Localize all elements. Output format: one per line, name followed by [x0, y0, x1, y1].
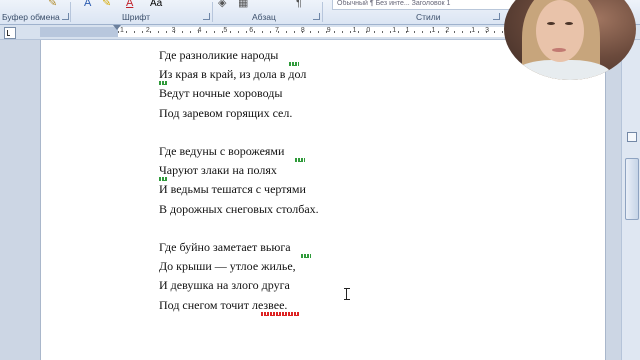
presenter-face	[536, 0, 584, 62]
styles-group-label: Стили	[416, 12, 441, 22]
spelling-error-underline	[261, 311, 299, 316]
presenter-lips	[552, 48, 566, 52]
scrollbar-thumb[interactable]	[625, 158, 639, 220]
grammar-underline	[301, 254, 311, 258]
vertical-scrollbar[interactable]	[621, 40, 640, 360]
grammar-underline	[159, 177, 167, 182]
format-painter-icon[interactable]: ✎	[48, 0, 57, 9]
view-ruler-icon[interactable]	[627, 132, 637, 142]
poem-line: И ведьмы тешатся с чертями	[159, 182, 306, 197]
document-page[interactable]: Где разноликие народы Из края в край, из …	[40, 40, 606, 360]
grammar-underline	[295, 158, 305, 162]
presenter-eye	[547, 22, 555, 25]
borders-icon[interactable]: ▦	[238, 0, 248, 9]
poem-line: Где буйно заметает вьюга	[159, 240, 291, 254]
tab-selector-button[interactable]	[4, 27, 16, 39]
grammar-underline	[159, 81, 167, 86]
ribbon-separator	[322, 2, 323, 22]
poem-line: Чаруют злаки на полях	[159, 163, 277, 178]
clipboard-launcher-icon[interactable]	[62, 13, 69, 20]
poem-line: И девушка на злого друга	[159, 278, 290, 293]
poem-line: В дорожных снеговых столбах.	[159, 201, 319, 216]
poem-line: До крыши — утлое жилье,	[159, 259, 296, 274]
shading-icon[interactable]: ◈	[218, 0, 226, 9]
font-color-icon[interactable]: A	[126, 0, 133, 9]
font-launcher-icon[interactable]	[203, 13, 210, 20]
text-cursor-icon	[344, 288, 353, 300]
styles-launcher-icon[interactable]	[493, 13, 500, 20]
grammar-underline	[289, 62, 299, 66]
presenter-eye	[565, 22, 573, 25]
presenter-sweater	[512, 60, 612, 80]
ribbon-separator	[70, 2, 71, 22]
poem-line: Под снегом точит лезвее.	[159, 297, 288, 312]
grow-font-icon[interactable]: Aa	[150, 0, 162, 9]
poem-line: Где ведуны с ворожеями	[159, 144, 285, 158]
styles-gallery[interactable]: Обычный ¶ Без инте... Заголовок 1	[332, 0, 518, 10]
font-group-label: Шрифт	[122, 12, 150, 22]
highlight-icon[interactable]: ✎	[102, 0, 111, 9]
ruler-left-margin	[40, 27, 118, 37]
pilcrow-icon[interactable]: ¶	[296, 0, 302, 9]
poem-line: Под заревом горящих сел.	[159, 105, 293, 120]
poem-line: Где разноликие народы	[159, 48, 279, 62]
ribbon-separator	[212, 2, 213, 22]
text-effects-icon[interactable]: A	[84, 0, 91, 9]
paragraph-group-label: Абзац	[252, 12, 276, 22]
paragraph-launcher-icon[interactable]	[313, 13, 320, 20]
poem-line: Ведут ночные хороводы	[159, 86, 283, 101]
poem-line: Из края в край, из дола в дол	[159, 67, 307, 82]
clipboard-group-label: Буфер обмена	[2, 12, 60, 22]
first-line-indent-marker[interactable]	[113, 25, 121, 30]
